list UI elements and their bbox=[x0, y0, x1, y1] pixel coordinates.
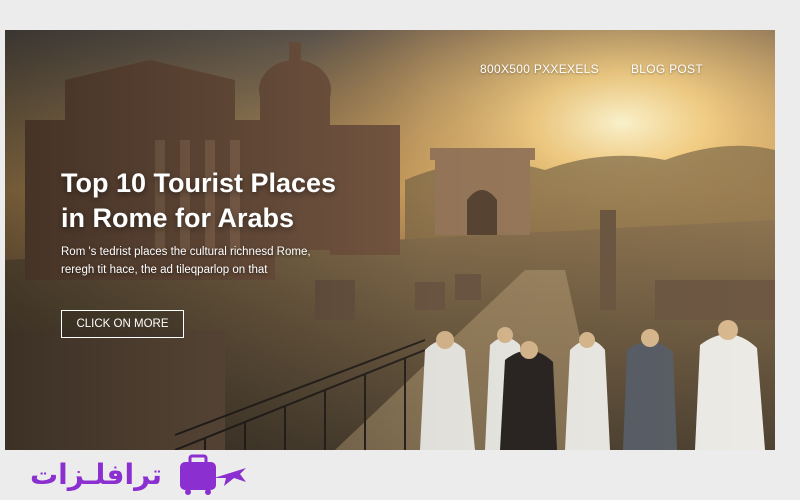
nav-item-pxxexels[interactable]: 800X500 PXXEXELS bbox=[480, 62, 599, 76]
brand-name: ترافلـزات bbox=[30, 457, 163, 491]
hero-title-line-1: Top 10 Tourist Places bbox=[61, 168, 337, 198]
suitcase-plane-icon bbox=[180, 454, 247, 495]
rome-forum-photo bbox=[5, 30, 775, 450]
hero-desc-line-2: reregh tit hace, the ad tileqparlop on t… bbox=[61, 263, 268, 276]
hero-title-line-2: in Rome for Arabs bbox=[61, 202, 295, 233]
brand-logo[interactable]: ترافلـزات bbox=[30, 452, 248, 496]
click-on-more-button[interactable]: CLICK ON MORE bbox=[61, 310, 184, 338]
hero-description: Rom 's tedrist places the cultural richn… bbox=[61, 244, 361, 280]
hero-banner: 800X500 PXXEXELS BLOG POST Top 10 Touris… bbox=[5, 30, 775, 450]
hero-desc-line-1: Rom 's tedrist places the cultural richn… bbox=[61, 246, 311, 258]
top-nav: 800X500 PXXEXELS BLOG POST bbox=[480, 62, 703, 76]
hero-title: Top 10 Tourist Places in Rome for Arabs bbox=[61, 166, 421, 235]
nav-item-blog-post[interactable]: BLOG POST bbox=[631, 62, 703, 76]
